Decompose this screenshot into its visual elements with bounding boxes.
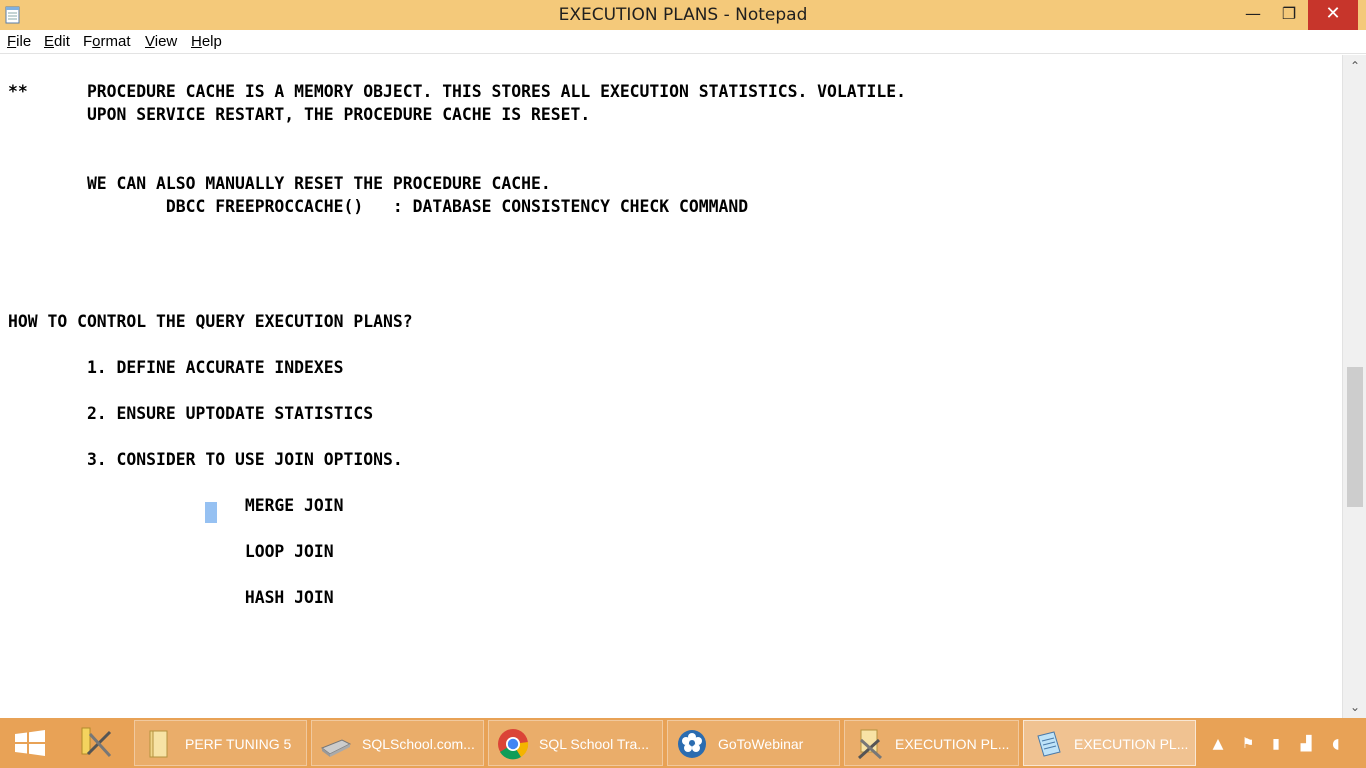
- scroll-thumb[interactable]: [1347, 367, 1363, 507]
- scroll-up-button[interactable]: ⌃: [1343, 55, 1366, 77]
- close-button[interactable]: ✕: [1308, 0, 1358, 30]
- taskbar-item-execution-plans-2[interactable]: EXECUTION PL...: [1023, 720, 1196, 766]
- editor-line: WE CAN ALSO MANUALLY RESET THE PROCEDURE…: [8, 174, 551, 193]
- editor-line: MERGE JOIN: [8, 496, 344, 515]
- taskbar-item-sqlschool[interactable]: SQLSchool.com...: [311, 720, 484, 766]
- window-title: EXECUTION PLANS - Notepad: [558, 5, 808, 25]
- system-tray: ▲ ⚑ ▮ ▟ ◖: [1200, 718, 1366, 768]
- drive-icon: [320, 739, 352, 757]
- folder-icon: [149, 730, 168, 758]
- tools-icon[interactable]: [76, 724, 116, 762]
- menu-view-rest: iew: [154, 33, 178, 50]
- power-icon[interactable]: ▮: [1266, 734, 1286, 754]
- vertical-scrollbar[interactable]: ⌃ ⌄: [1342, 55, 1366, 718]
- editor-line: UPON SERVICE RESTART, THE PROCEDURE CACH…: [8, 105, 591, 124]
- editor-line: 2. ENSURE UPTODATE STATISTICS: [8, 404, 374, 423]
- menu-file[interactable]: File: [7, 30, 31, 54]
- menu-file-rest: ile: [16, 33, 32, 50]
- editor-line: 3. CONSIDER TO USE JOIN OPTIONS.: [8, 450, 403, 469]
- minimize-button[interactable]: —: [1236, 0, 1270, 30]
- editor-line: DBCC FREEPROCCACHE() : DATABASE CONSISTE…: [8, 197, 749, 216]
- doc-tools-icon: [857, 729, 883, 760]
- menu-format[interactable]: Format: [83, 30, 131, 54]
- editor-line: LOOP JOIN: [8, 542, 334, 561]
- scroll-down-button[interactable]: ⌄: [1343, 696, 1366, 718]
- taskbar-item-label: PERF TUNING 5: [185, 736, 292, 752]
- text-editor[interactable]: ** PROCEDURE CACHE IS A MEMORY OBJECT. T…: [0, 55, 1342, 718]
- menu-file-accel: F: [7, 33, 17, 50]
- title-bar[interactable]: EXECUTION PLANS - Notepad — ❐ ✕: [0, 0, 1366, 30]
- editor-line: HASH JOIN: [8, 588, 334, 607]
- menu-view-accel: V: [145, 33, 155, 50]
- menu-help-rest: elp: [201, 33, 222, 50]
- menu-format-pre: F: [83, 33, 93, 50]
- notepad-icon: [1037, 731, 1061, 757]
- taskbar-item-execution-plans-1[interactable]: EXECUTION PL...: [844, 720, 1019, 766]
- volume-icon[interactable]: ◖: [1326, 734, 1346, 754]
- tray-chevron-up-icon[interactable]: ▲: [1208, 734, 1228, 754]
- windows-start-icon[interactable]: [0, 718, 60, 768]
- gotowebinar-icon: [678, 730, 706, 758]
- network-signal-icon[interactable]: ▟: [1296, 734, 1316, 754]
- editor-content[interactable]: ** PROCEDURE CACHE IS A MEMORY OBJECT. T…: [8, 80, 906, 609]
- taskbar-item-label: SQL School Tra...: [539, 736, 649, 752]
- taskbar-item-perf-tuning[interactable]: PERF TUNING 5: [134, 720, 307, 766]
- menu-edit[interactable]: Edit: [44, 30, 70, 54]
- menu-help-accel: H: [191, 33, 202, 50]
- editor-line: HOW TO CONTROL THE QUERY EXECUTION PLANS…: [8, 312, 413, 331]
- taskbar: PERF TUNING 5 SQLSchool.com... SQL Schoo…: [0, 718, 1366, 768]
- menu-edit-accel: E: [44, 33, 55, 50]
- taskbar-item-label: GoToWebinar: [718, 736, 804, 752]
- taskbar-item-label: EXECUTION PL...: [1074, 736, 1189, 752]
- menu-help[interactable]: Help: [191, 30, 222, 54]
- menu-bar: File Edit Format View Help: [0, 30, 1366, 54]
- text-selection: [205, 502, 217, 523]
- chrome-icon: [498, 729, 529, 760]
- action-center-flag-icon[interactable]: ⚑: [1238, 734, 1258, 754]
- menu-edit-rest: dit: [54, 33, 70, 50]
- menu-view[interactable]: View: [145, 30, 177, 54]
- taskbar-item-label: EXECUTION PL...: [895, 736, 1010, 752]
- taskbar-item-chrome[interactable]: SQL School Tra...: [488, 720, 663, 766]
- taskbar-item-gotowebinar[interactable]: GoToWebinar: [667, 720, 840, 766]
- taskbar-item-label: SQLSchool.com...: [362, 736, 475, 752]
- maximize-button[interactable]: ❐: [1272, 0, 1306, 30]
- menu-format-rest: rmat: [100, 33, 131, 50]
- menu-format-accel: o: [92, 33, 101, 50]
- editor-line: ** PROCEDURE CACHE IS A MEMORY OBJECT. T…: [8, 82, 906, 101]
- editor-line: 1. DEFINE ACCURATE INDEXES: [8, 358, 344, 377]
